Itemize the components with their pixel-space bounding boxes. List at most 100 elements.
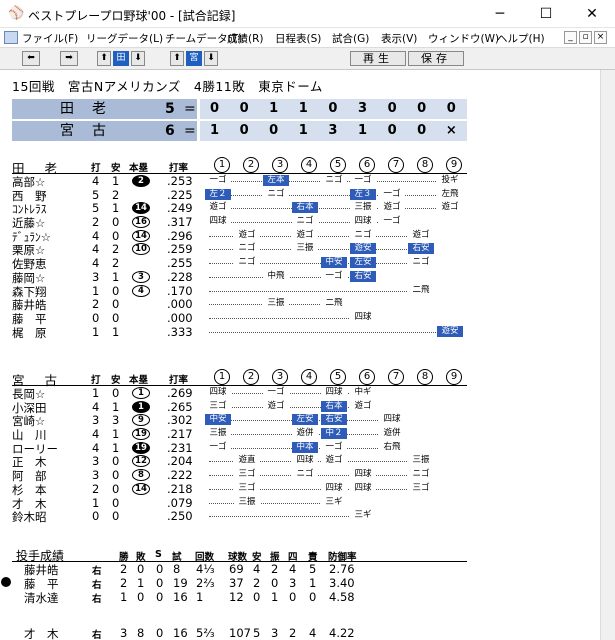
home-runs: 14: [132, 229, 150, 242]
menu-file[interactable]: ファイル(F): [22, 31, 78, 46]
pitcher-row[interactable]: 藤井皓右 2 0 0 8 4⅓ 69 4 2 4 5 2.76: [12, 562, 467, 577]
at-bat-result: 遊ゴ: [321, 455, 347, 467]
next-game-arrow-icon[interactable]: ➡: [60, 51, 78, 66]
at-bat-result: 投ギ: [437, 175, 463, 186]
at-bat-result: 一ゴ: [205, 175, 231, 186]
at-bats: 3: [92, 468, 100, 483]
batter-row[interactable]: 鈴木昭 0 0 .250 三ギ: [12, 509, 467, 524]
menu-window[interactable]: ウィンドウ(W): [428, 31, 499, 46]
pitching-stat-np: 37: [229, 576, 244, 590]
batter-row[interactable]: 阿 部 3 0 8.222 三ゴ ニゴ 四球 ニゴ: [12, 468, 467, 483]
at-bat-result: 遊ゴ: [379, 202, 405, 214]
batter-row[interactable]: 森下翔 1 0 4.170 二飛: [12, 284, 467, 299]
prev-game-arrow-icon[interactable]: ⬅: [22, 51, 40, 66]
at-bat-result: 遊ゴ: [292, 229, 318, 241]
home-runs: 14: [132, 482, 150, 495]
mdi-document-icon[interactable]: [4, 31, 18, 44]
pitching-stat-s: 0: [156, 626, 164, 640]
batter-row[interactable]: 才 木 1 0.079 三振 三ギ: [12, 495, 467, 511]
batter-row[interactable]: ｺﾝﾄﾚﾗｽ 5 1 14.249 遊ゴ 右本 三振 遊ゴ 遊ゴ: [12, 201, 467, 216]
pitching-stat-s: 0: [156, 590, 164, 604]
hits: 1: [112, 174, 120, 188]
pitching-stat-bb: 3: [289, 576, 297, 590]
at-bat-result: 三振: [408, 455, 434, 467]
at-bats: 4: [92, 399, 100, 414]
replay-button[interactable]: 再生: [350, 51, 406, 66]
scroll-down-arrow-icon-2[interactable]: ⬇: [204, 51, 218, 66]
pitching-stat-so: 0: [271, 576, 279, 590]
window-title: ベストプレープロ野球'00 - [試合記録]: [28, 9, 236, 23]
hits: 0: [112, 495, 120, 510]
batter-row[interactable]: 藤井皓 2 0.000 三振 二飛: [12, 297, 467, 312]
batter-row[interactable]: ローリー 4 1 19.231 一ゴ 中本 一ゴ 右飛: [12, 441, 467, 456]
plate-appearance-leader: [209, 502, 338, 504]
batter-row[interactable]: 杉 本 2 0 14.218 三ゴ 四球 四球 三ゴ: [12, 482, 467, 497]
batter-row[interactable]: 近藤☆ 2 0 16.317 四球 ニゴ 四球 一ゴ: [12, 215, 467, 230]
col-homers: 本塁: [129, 163, 149, 174]
team-miyako-button[interactable]: 宮: [186, 51, 202, 66]
menu-game[interactable]: 試合(G): [332, 31, 369, 46]
batter-row[interactable]: 山 川 4 1 19.217 三振 遊併 中２ 遊併: [12, 427, 467, 442]
col-inning: 2: [243, 157, 259, 173]
scroll-down-arrow-icon[interactable]: ⬇: [131, 51, 145, 66]
col-inning: 1: [214, 157, 230, 173]
pitcher-row[interactable]: 才 木右 3 8 0 16 5⅔ 107 5 3 2 4 4.22: [12, 626, 467, 640]
pitching-stat-ip: 4⅓: [196, 562, 215, 576]
vertical-scrollbar[interactable]: [600, 70, 615, 640]
menu-league-data[interactable]: リーグデータ(L): [86, 31, 163, 46]
batter-row[interactable]: 正 木 3 0 12.204 遊直 四球 遊ゴ 三振: [12, 454, 467, 469]
batter-row[interactable]: 藤岡☆ 3 1 3.228 中飛 一ゴ 右安: [12, 270, 467, 285]
maximize-button[interactable]: ☐: [523, 0, 569, 28]
menu-view[interactable]: 表示(V): [381, 31, 417, 46]
mdi-restore-button[interactable]: ▫: [579, 31, 592, 44]
player-name: 梶 原: [12, 325, 47, 340]
hits: 0: [112, 310, 120, 325]
batter-row[interactable]: 宮崎☆ 3 3 9.302 中安 左安 右安 四球: [12, 413, 467, 428]
batter-row[interactable]: 栗原☆ 4 2 10.259 ニゴ 三振 遊安 右安: [12, 242, 467, 257]
menu-stats[interactable]: 成績(R): [227, 31, 264, 46]
batter-row[interactable]: 長岡☆ 1 0 1.269 四球 一ゴ 四球 中ギ: [12, 386, 467, 401]
batter-row[interactable]: ﾃﾞｭﾗﾝ☆ 4 0 14.296 遊ゴ 遊ゴ ニゴ 遊ゴ: [12, 229, 467, 244]
pitching-col-header: 試: [172, 552, 182, 563]
batter-row[interactable]: 高部☆ 4 1 2.253 一ゴ 左本 ニゴ 一ゴ 投ギ: [12, 174, 467, 189]
title-bar: ⚾ ベストプレープロ野球'00 - [試合記録] ─ ☐ ✕: [0, 0, 615, 28]
col-hits: 安: [111, 163, 121, 174]
pitcher-row[interactable]: 清水達右 1 0 0 16 1 12 0 1 0 0 4.58: [12, 590, 467, 605]
scroll-up-arrow-icon-2[interactable]: ⬆: [170, 51, 184, 66]
batting-average: .000: [167, 310, 193, 325]
pitching-col-header: S: [155, 549, 162, 560]
pitching-stat-era: 3.40: [329, 576, 355, 590]
play-by-play: 四球: [209, 311, 467, 323]
mdi-close-button[interactable]: ×: [594, 31, 607, 44]
menu-schedule[interactable]: 日程表(S): [275, 31, 321, 46]
pitching-stat-so: 1: [271, 590, 279, 604]
batter-row[interactable]: 藤 平 0 0.000 四球: [12, 310, 467, 326]
inning-score: 0: [328, 101, 338, 116]
batter-row[interactable]: 西 野 5 2.225 左２ ニゴ 左３ 一ゴ 左飛: [12, 188, 467, 203]
at-bat-result: 左２: [205, 188, 231, 200]
close-button[interactable]: ✕: [569, 0, 615, 28]
mdi-minimize-button[interactable]: _: [564, 31, 577, 44]
hits: 3: [112, 413, 120, 428]
team-name: 宮古: [60, 123, 124, 139]
at-bat-result: 中飛: [263, 270, 289, 282]
save-button[interactable]: 保存: [408, 51, 464, 66]
play-by-play: 三ゴ 四球 四球 三ゴ: [209, 482, 467, 494]
scroll-up-arrow-icon[interactable]: ⬆: [97, 51, 111, 66]
pitching-stat-w: 2: [120, 562, 128, 576]
minimize-button[interactable]: ─: [477, 0, 523, 28]
pitching-stat-l: 8: [137, 626, 145, 640]
pitcher-row[interactable]: 藤 平右 2 1 0 19 2⅔ 37 2 0 3 1 3.40: [1, 576, 467, 591]
decision-marker-icon: [1, 577, 11, 587]
batter-row[interactable]: 佐野恵 4 2.255 ニゴ 中安 左安 ニゴ: [12, 256, 467, 271]
menu-help[interactable]: ヘルプ(H): [497, 31, 545, 46]
pitching-stat-h: 0: [253, 590, 261, 604]
inning-score: 3: [328, 123, 338, 138]
pitcher-hand: 右: [92, 566, 102, 577]
col-at-bats: 打: [91, 163, 101, 174]
pitching-header: 投手成績勝敗 S 試回数 球数安振四責防御率: [12, 545, 467, 563]
pitching-col-header: 球数: [228, 552, 248, 563]
batter-row[interactable]: 小深田 4 1 1.265 三ゴ 遊ゴ 右本 遊ゴ: [12, 399, 467, 415]
team-taro-button[interactable]: 田: [113, 51, 129, 66]
batter-row[interactable]: 梶 原 1 1 .333 遊安: [12, 325, 467, 340]
